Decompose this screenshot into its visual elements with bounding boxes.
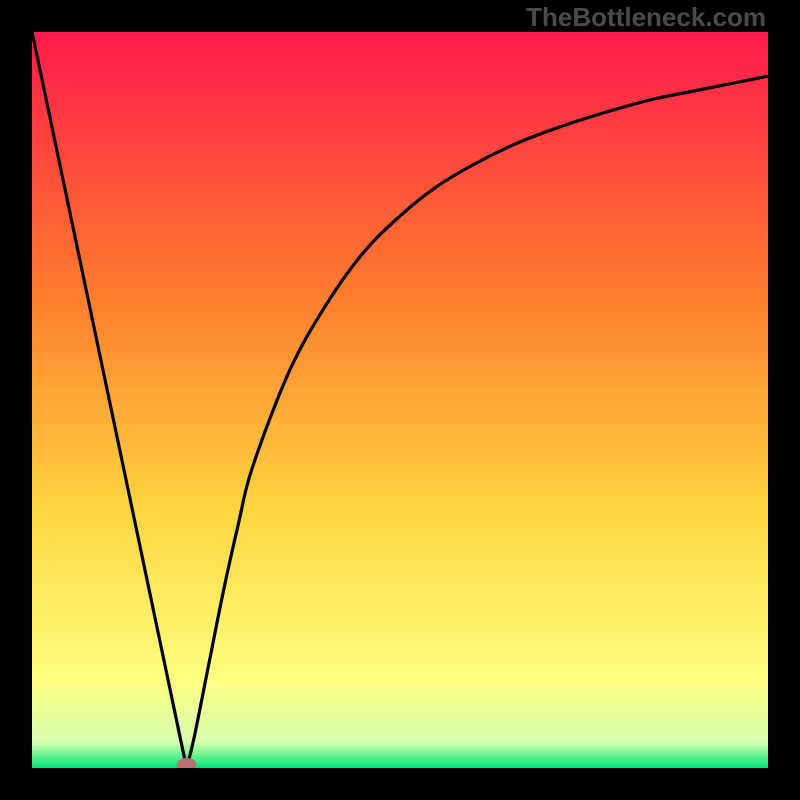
watermark-text: TheBottleneck.com [526, 2, 766, 33]
gradient-background [32, 32, 768, 768]
plot-area [32, 32, 768, 768]
chart-svg [32, 32, 768, 768]
chart-frame: TheBottleneck.com [0, 0, 800, 800]
